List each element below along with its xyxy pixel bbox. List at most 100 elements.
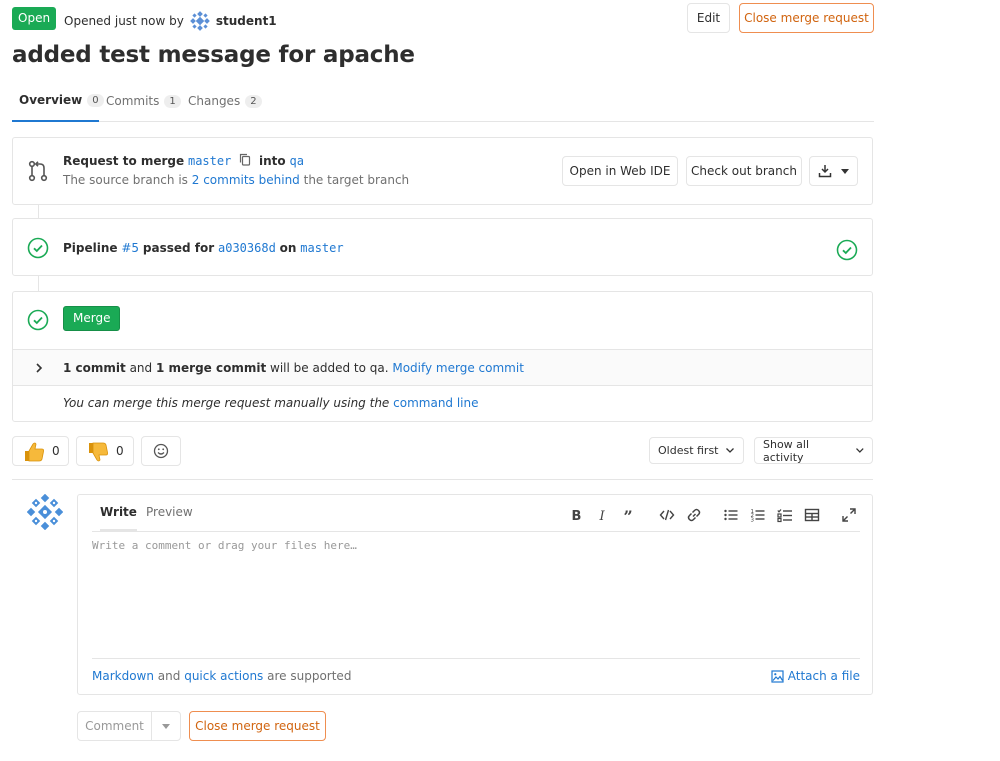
fullscreen-icon[interactable] xyxy=(841,507,857,523)
behind-prefix: The source branch is xyxy=(63,173,188,187)
request-to-merge-line: Request to merge master into qa xyxy=(63,153,304,168)
comment-textarea[interactable] xyxy=(92,539,860,657)
commits-behind-link[interactable]: 2 commits behind xyxy=(192,173,300,187)
tab-changes-label: Changes xyxy=(188,94,241,108)
table-icon[interactable] xyxy=(804,507,820,523)
task-list-icon[interactable] xyxy=(777,507,793,523)
pipeline-widget: Pipeline #5 passed for a030368d on maste… xyxy=(12,218,873,276)
italic-icon[interactable]: I xyxy=(595,507,611,524)
preview-tab[interactable]: Preview xyxy=(146,505,193,519)
smiley-icon xyxy=(153,443,169,459)
bottom-close-merge-request-button[interactable]: Close merge request xyxy=(189,711,326,741)
comment-editor: Write Preview B I ” 123 Markdown and qui… xyxy=(77,494,873,695)
link-icon[interactable] xyxy=(686,507,702,523)
merge-ready-icon xyxy=(27,309,49,331)
and-label: and xyxy=(129,361,153,375)
merge-button[interactable]: Merge xyxy=(63,306,121,331)
numbered-list-icon[interactable]: 123 xyxy=(750,507,766,524)
markdown-link[interactable]: Markdown xyxy=(92,669,154,683)
widget-connector xyxy=(38,205,39,218)
write-tab[interactable]: Write xyxy=(100,505,137,531)
behind-suffix: the target branch xyxy=(303,173,410,187)
mr-branch-widget: Request to merge master into qa The sour… xyxy=(12,137,873,205)
mr-tabs: Overview 0 Commits 1 Changes 2 xyxy=(12,80,874,122)
thumbs-down-button[interactable]: 0 xyxy=(76,436,134,466)
merge-widget: Merge 1 commit and 1 merge commit will b… xyxy=(12,291,873,422)
add-reaction-button[interactable] xyxy=(141,436,181,466)
image-icon xyxy=(771,669,784,683)
merge-commit-summary[interactable]: 1 commit and 1 merge commit will be adde… xyxy=(13,349,872,386)
comment-type-dropdown[interactable] xyxy=(152,712,180,740)
svg-text:B: B xyxy=(572,509,582,523)
pipeline-stage-passed-icon[interactable] xyxy=(836,239,858,261)
open-web-ide-button[interactable]: Open in Web IDE xyxy=(562,156,678,186)
sort-dropdown[interactable]: Oldest first xyxy=(649,437,744,464)
into-label: into xyxy=(259,154,286,168)
status-badge: Open xyxy=(12,7,57,30)
pipeline-branch-link[interactable]: master xyxy=(300,241,343,255)
manual-merge-text: You can merge this merge request manuall… xyxy=(63,396,479,410)
merge-commit-count: 1 merge commit xyxy=(155,361,267,375)
commit-sha-link[interactable]: a030368d xyxy=(218,241,276,255)
and-label: and xyxy=(157,669,181,683)
thumbs-down-icon xyxy=(89,442,108,462)
edit-button[interactable]: Edit xyxy=(687,3,730,33)
target-branch-link[interactable]: qa xyxy=(289,154,303,168)
thumbs-up-icon xyxy=(25,442,44,462)
commit-count: 1 commit xyxy=(63,361,126,375)
thumbs-up-button[interactable]: 0 xyxy=(12,436,69,466)
bold-icon[interactable]: B xyxy=(568,507,584,524)
page-title: added test message for apache xyxy=(12,42,415,68)
caret-down-icon xyxy=(841,168,849,174)
bullet-list-icon[interactable] xyxy=(723,507,739,523)
svg-text:I: I xyxy=(599,509,606,523)
author-name[interactable]: student1 xyxy=(216,14,277,28)
chevron-down-icon xyxy=(856,448,864,453)
svg-text:3: 3 xyxy=(751,518,755,524)
attach-file-link[interactable]: Attach a file xyxy=(771,669,860,683)
pipeline-id-link[interactable]: #5 xyxy=(121,241,139,255)
tab-overview[interactable]: Overview 0 xyxy=(12,80,104,122)
tab-changes-count: 2 xyxy=(245,94,262,108)
author-avatar[interactable] xyxy=(189,11,210,31)
close-merge-request-button[interactable]: Close merge request xyxy=(739,3,874,33)
tab-commits-count: 1 xyxy=(164,94,181,108)
tab-overview-count: 0 xyxy=(87,93,104,107)
section-divider xyxy=(12,479,873,480)
comment-button[interactable]: Comment xyxy=(78,712,152,740)
pipeline-passed-label: passed for xyxy=(142,241,215,255)
download-dropdown-button[interactable] xyxy=(809,156,858,186)
source-branch-link[interactable]: master xyxy=(188,154,231,168)
thumbs-up-count: 0 xyxy=(52,444,60,458)
modify-merge-commit-link[interactable]: Modify merge commit xyxy=(392,361,524,375)
chevron-down-icon xyxy=(725,448,734,453)
activity-filter-dropdown[interactable]: Show all activity xyxy=(754,437,873,464)
merge-request-icon xyxy=(28,160,48,182)
pipeline-prefix: Pipeline xyxy=(63,241,118,255)
quick-actions-link[interactable]: quick actions xyxy=(184,669,263,683)
opened-info: Opened just now by student1 xyxy=(64,11,277,31)
manual-merge-label: You can merge this merge request manuall… xyxy=(63,396,390,410)
tab-commits[interactable]: Commits 1 xyxy=(106,80,181,122)
pipeline-passed-icon[interactable] xyxy=(27,237,49,259)
added-to-label: will be added to qa. xyxy=(270,361,389,375)
request-prefix: Request to merge xyxy=(63,154,185,168)
check-out-branch-button[interactable]: Check out branch xyxy=(686,156,802,186)
merge-commit-text: 1 commit and 1 merge commit will be adde… xyxy=(63,361,524,375)
copy-icon[interactable] xyxy=(239,153,251,166)
code-icon[interactable] xyxy=(659,507,675,523)
pipeline-on-label: on xyxy=(279,241,297,255)
command-line-link[interactable]: command line xyxy=(393,396,478,410)
tab-changes[interactable]: Changes 2 xyxy=(188,80,262,122)
comment-split-button: Comment xyxy=(77,711,181,741)
supported-label: are supported xyxy=(267,669,352,683)
download-icon xyxy=(818,165,832,178)
opened-label: Opened just now by xyxy=(64,14,184,28)
thumbs-down-count: 0 xyxy=(116,444,124,458)
caret-down-icon xyxy=(162,723,170,729)
chevron-right-icon[interactable] xyxy=(35,363,43,373)
activity-filter-label: Show all activity xyxy=(763,437,810,464)
quote-icon[interactable]: ” xyxy=(622,507,638,526)
branch-behind-line: The source branch is 2 commits behind th… xyxy=(63,173,409,187)
user-avatar[interactable] xyxy=(27,494,63,530)
